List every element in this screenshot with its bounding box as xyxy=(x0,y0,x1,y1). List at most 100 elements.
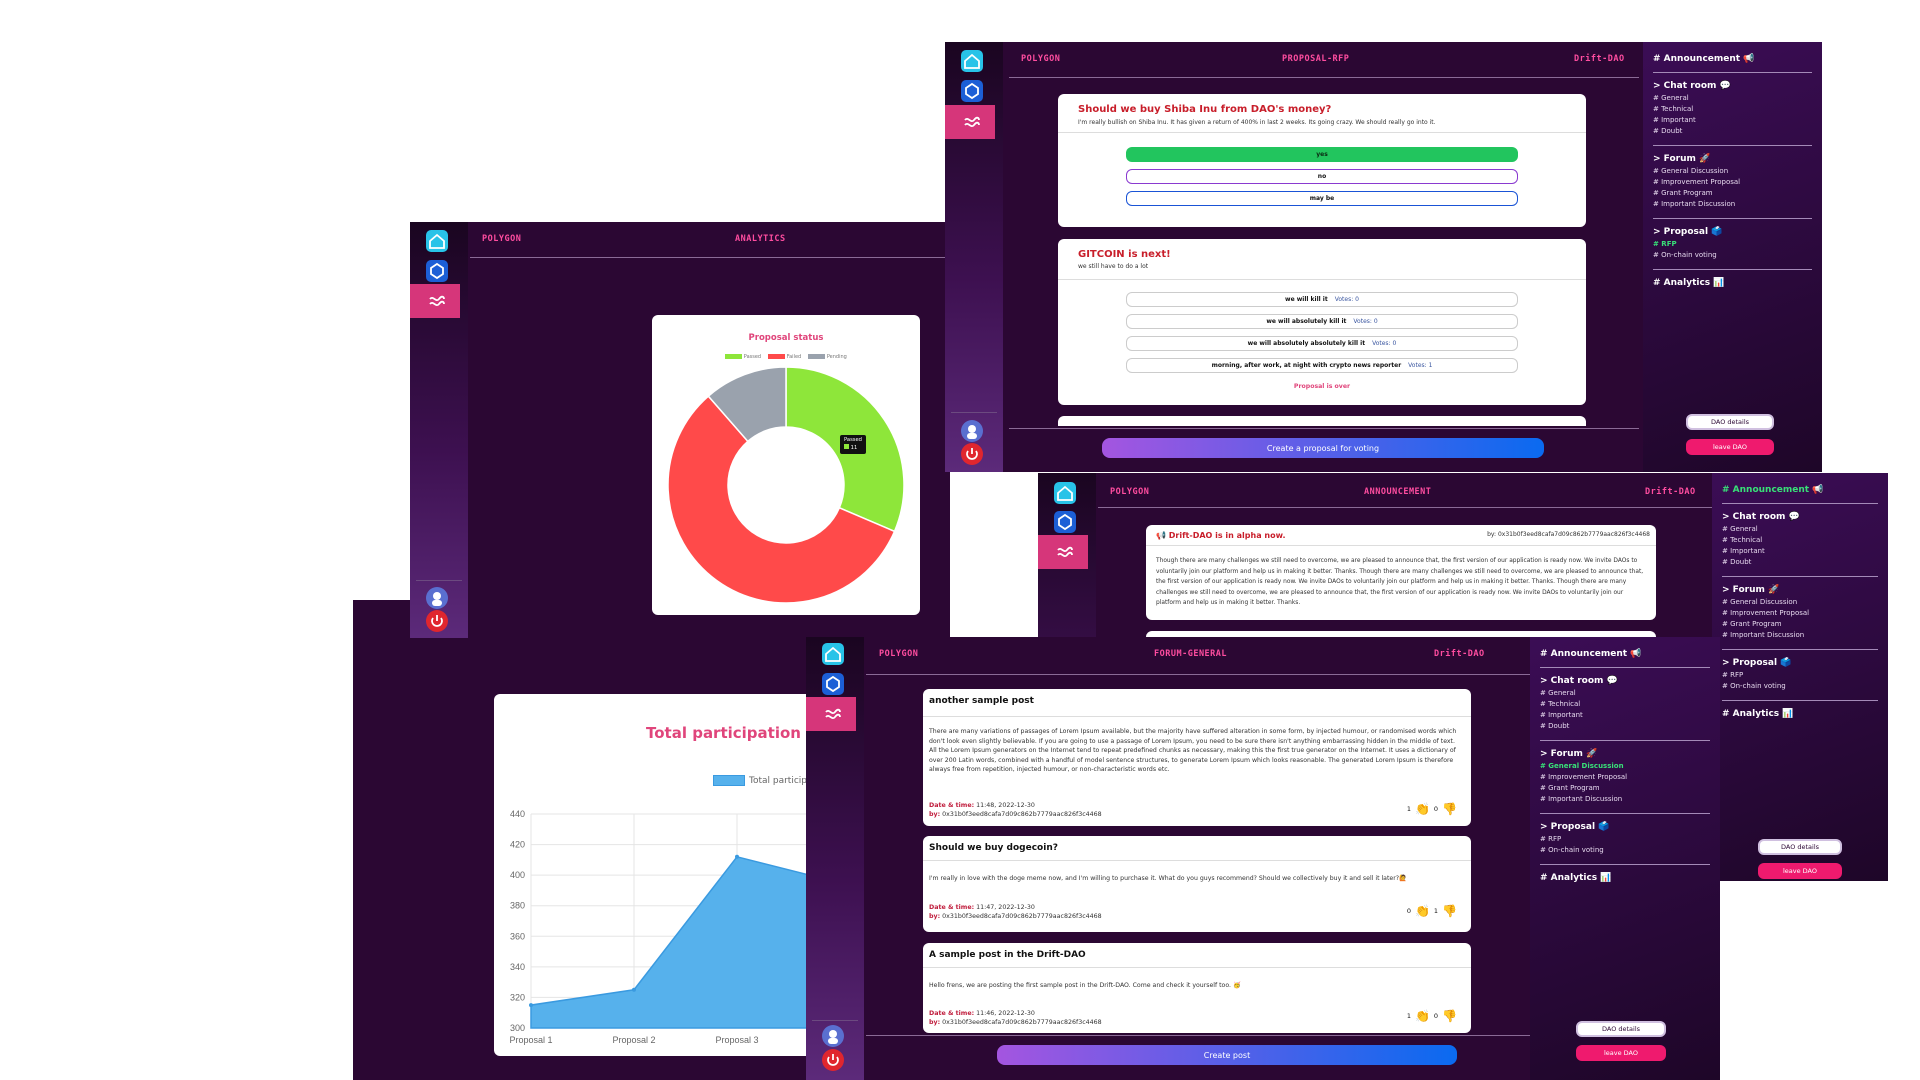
sidebar-item-general-discussion[interactable]: # General Discussion xyxy=(1540,761,1710,772)
y-tick-label: 300 xyxy=(510,1023,525,1033)
sidebar-item-doubt[interactable]: # Doubt xyxy=(1722,557,1878,568)
sidebar-item-grant[interactable]: # Grant Program xyxy=(1722,619,1878,630)
sidebar-item-rfp[interactable]: # RFP xyxy=(1540,834,1710,845)
thumbs-down-icon[interactable]: 👎 xyxy=(1442,802,1457,816)
leave-dao-button[interactable]: leave DAO xyxy=(1758,863,1842,879)
sidebar-item-improvement[interactable]: # Improvement Proposal xyxy=(1722,608,1878,619)
sidebar-forum[interactable]: > Forum 🚀 xyxy=(1653,154,1812,164)
sidebar-chat[interactable]: > Chat room 💬 xyxy=(1722,512,1878,522)
sidebar-item-general-discussion[interactable]: # General Discussion xyxy=(1653,166,1812,177)
home-icon[interactable] xyxy=(426,230,448,252)
sidebar-proposal[interactable]: > Proposal 🗳️ xyxy=(1540,822,1710,832)
dao-details-button[interactable]: DAO details xyxy=(1686,414,1774,430)
sidebar-item-important[interactable]: # Important xyxy=(1722,546,1878,557)
avatar-icon[interactable] xyxy=(822,1025,844,1047)
home-icon[interactable] xyxy=(961,50,983,72)
sidebar-item-onchain[interactable]: # On-chain voting xyxy=(1722,681,1878,692)
power-icon[interactable] xyxy=(822,1049,844,1071)
create-proposal-button[interactable]: Create a proposal for voting xyxy=(1102,438,1544,458)
clap-icon[interactable]: 👏 xyxy=(1415,904,1430,918)
sidebar-item-general-discussion[interactable]: # General Discussion xyxy=(1722,597,1878,608)
sidebar-item-important-discussion[interactable]: # Important Discussion xyxy=(1722,630,1878,641)
participation-area-chart: 440 420 400 380 360 340 320 300 Proposal 1 Propos… xyxy=(509,809,813,1045)
participation-window: Total participation in d Total participa… xyxy=(353,600,813,1080)
sidebar-item-doubt[interactable]: # Doubt xyxy=(1540,721,1710,732)
y-tick-label: 400 xyxy=(510,870,525,880)
polygon-icon[interactable] xyxy=(426,260,448,282)
sidebar-item-general[interactable]: # General xyxy=(1653,93,1812,104)
polygon-icon[interactable] xyxy=(822,673,844,695)
sidebar-item-doubt[interactable]: # Doubt xyxy=(1653,126,1812,137)
sidebar-item-important[interactable]: # Important xyxy=(1653,115,1812,126)
avatar-icon[interactable] xyxy=(426,587,448,609)
proposal-card-1: Should we buy Shiba Inu from DAO's money… xyxy=(1058,94,1586,227)
sidebar-item-technical[interactable]: # Technical xyxy=(1540,699,1710,710)
polygon-icon[interactable] xyxy=(1054,511,1076,533)
vote-option-maybe[interactable]: may be xyxy=(1126,191,1518,206)
dao-details-button[interactable]: DAO details xyxy=(1576,1021,1666,1037)
divider xyxy=(923,716,1471,717)
vote-option[interactable]: morning, after work, at night with crypt… xyxy=(1126,358,1518,373)
page-title: ANNOUNCEMENT xyxy=(1364,487,1432,497)
sidebar-announcement[interactable]: # Announcement 📢 xyxy=(1722,485,1878,495)
vote-option-no[interactable]: no xyxy=(1126,169,1518,184)
leave-dao-button[interactable]: leave DAO xyxy=(1686,439,1774,455)
sidebar-item-onchain[interactable]: # On-chain voting xyxy=(1540,845,1710,856)
sidebar-analytics[interactable]: # Analytics 📊 xyxy=(1722,709,1878,719)
clap-icon[interactable]: 👏 xyxy=(1415,1009,1430,1023)
sidebar-announcement[interactable]: # Announcement 📢 xyxy=(1540,649,1710,659)
sidebar-item-rfp[interactable]: # RFP xyxy=(1653,239,1812,250)
announcement-card: 📢 Drift-DAO is in alpha now. by: 0x31b0f… xyxy=(1146,525,1656,620)
polygon-icon[interactable] xyxy=(961,80,983,102)
sidebar-proposal[interactable]: > Proposal 🗳️ xyxy=(1653,227,1812,237)
page-title: FORUM-GENERAL xyxy=(1154,649,1228,659)
power-icon[interactable] xyxy=(961,443,983,465)
y-tick-label: 340 xyxy=(510,962,525,972)
forum-window: POLYGON FORUM-GENERAL Drift-DAO another … xyxy=(806,637,1720,1080)
network-label: POLYGON xyxy=(879,649,919,659)
sidebar-proposal[interactable]: > Proposal 🗳️ xyxy=(1722,658,1878,668)
sidebar-item-important[interactable]: # Important xyxy=(1540,710,1710,721)
sidebar-item-onchain[interactable]: # On-chain voting xyxy=(1653,250,1812,261)
sidebar-item-rfp[interactable]: # RFP xyxy=(1722,670,1878,681)
forum-post[interactable]: another sample post There are many varia… xyxy=(923,689,1471,826)
thumbs-down-icon[interactable]: 👎 xyxy=(1442,1009,1457,1023)
thumbs-down-icon[interactable]: 👎 xyxy=(1442,904,1457,918)
sidebar-item-improvement[interactable]: # Improvement Proposal xyxy=(1540,772,1710,783)
vote-option[interactable]: we will kill it Votes: 0 xyxy=(1126,292,1518,307)
sidebar-item-general[interactable]: # General xyxy=(1722,524,1878,535)
sidebar-item-improvement[interactable]: # Improvement Proposal xyxy=(1653,177,1812,188)
forum-post[interactable]: A sample post in the Drift-DAO Hello fre… xyxy=(923,943,1471,1033)
sidebar-item-important-discussion[interactable]: # Important Discussion xyxy=(1653,199,1812,210)
drift-dao-icon[interactable] xyxy=(961,111,983,133)
vote-option[interactable]: we will absolutely absolutely kill it Vot… xyxy=(1126,336,1518,351)
sidebar-forum[interactable]: > Forum 🚀 xyxy=(1722,585,1878,595)
sidebar-item-grant[interactable]: # Grant Program xyxy=(1653,188,1812,199)
sidebar-item-general[interactable]: # General xyxy=(1540,688,1710,699)
drift-dao-icon[interactable] xyxy=(822,703,844,725)
sidebar-analytics[interactable]: # Analytics 📊 xyxy=(1540,873,1710,883)
leave-dao-button[interactable]: leave DAO xyxy=(1576,1045,1666,1061)
sidebar-item-technical[interactable]: # Technical xyxy=(1722,535,1878,546)
home-icon[interactable] xyxy=(822,643,844,665)
sidebar-analytics[interactable]: # Analytics 📊 xyxy=(1653,278,1812,288)
clap-icon[interactable]: 👏 xyxy=(1415,802,1430,816)
home-icon[interactable] xyxy=(1054,482,1076,504)
sidebar-announcement[interactable]: # Announcement 📢 xyxy=(1653,54,1812,64)
sidebar-chat[interactable]: > Chat room 💬 xyxy=(1653,81,1812,91)
sidebar-chat[interactable]: > Chat room 💬 xyxy=(1540,676,1710,686)
vote-option[interactable]: we will absolutely kill it Votes: 0 xyxy=(1126,314,1518,329)
avatar-icon[interactable] xyxy=(961,420,983,442)
sidebar-item-important-discussion[interactable]: # Important Discussion xyxy=(1540,794,1710,805)
power-icon[interactable] xyxy=(426,610,448,632)
dao-details-button[interactable]: DAO details xyxy=(1758,839,1842,855)
forum-post[interactable]: Should we buy dogecoin? I'm really in lo… xyxy=(923,836,1471,932)
sidebar-item-grant[interactable]: # Grant Program xyxy=(1540,783,1710,794)
create-post-button[interactable]: Create post xyxy=(997,1045,1457,1065)
drift-dao-icon[interactable] xyxy=(426,290,448,312)
sidebar-item-technical[interactable]: # Technical xyxy=(1653,104,1812,115)
vote-option-yes[interactable]: yes xyxy=(1126,147,1518,162)
drift-dao-icon[interactable] xyxy=(1054,541,1076,563)
sidebar-forum[interactable]: > Forum 🚀 xyxy=(1540,749,1710,759)
x-tick-label: Proposal 3 xyxy=(715,1035,758,1045)
